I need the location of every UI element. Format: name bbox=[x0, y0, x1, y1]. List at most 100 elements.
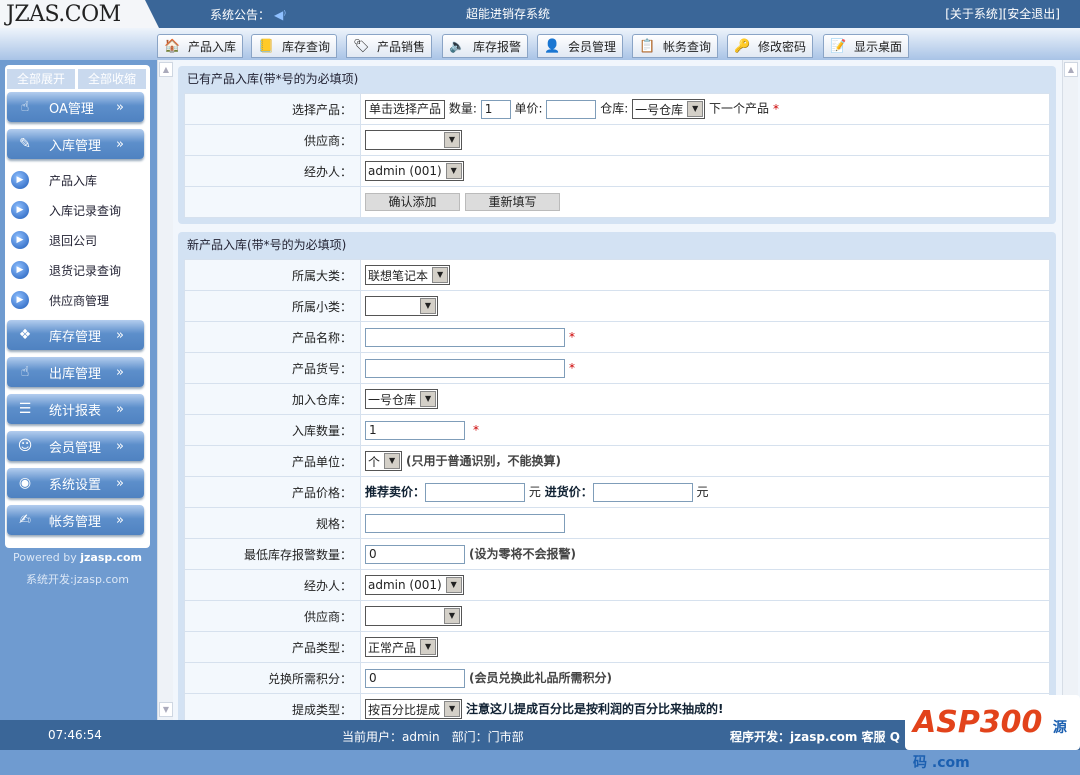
menu-members[interactable]: ☺ 会员管理 » bbox=[7, 431, 144, 461]
toolbar-members[interactable]: 👤 会员管理 bbox=[537, 34, 624, 58]
field-label: 产品货号： bbox=[184, 352, 361, 384]
members-icon: ☺ bbox=[17, 438, 33, 454]
confirm-add-button[interactable]: 确认添加 bbox=[365, 193, 460, 211]
speaker-icon[interactable]: ◀⁾ bbox=[274, 8, 286, 22]
sell-price-input[interactable] bbox=[425, 482, 526, 502]
collapse-all-button[interactable]: 全部收缩 bbox=[78, 69, 146, 89]
panel-title: 已有产品入库(带*号的为必填项) bbox=[187, 72, 359, 86]
menu-accounts[interactable]: ✍ 帐务管理 » bbox=[7, 505, 144, 535]
handler-select[interactable]: admin (001) ▼ bbox=[365, 575, 464, 595]
menu-reports[interactable]: ☰ 统计报表 » bbox=[7, 394, 144, 424]
chevron-down-icon: ▼ bbox=[444, 132, 460, 148]
select-value: 个 bbox=[368, 454, 381, 469]
toolbar-label: 产品销售 bbox=[377, 39, 426, 54]
required-mark: * bbox=[569, 360, 575, 375]
unit-select[interactable]: 个 ▼ bbox=[365, 451, 403, 471]
commission-type-select[interactable]: 按百分比提成 ▼ bbox=[365, 699, 463, 719]
toolbar-product-sales[interactable]: 🏷 产品销售 bbox=[346, 34, 433, 58]
menu-stock-in[interactable]: ✎ 入库管理 » bbox=[7, 129, 144, 159]
menu-inventory[interactable]: ❖ 库存管理 » bbox=[7, 320, 144, 350]
qty-label: 数量: bbox=[448, 101, 477, 116]
category-select[interactable]: 联想笔记本 ▼ bbox=[365, 265, 451, 285]
submenu-product-in[interactable]: ▶ 产品入库 bbox=[11, 169, 97, 191]
submenu-return-records[interactable]: ▶ 退货记录查询 bbox=[11, 259, 121, 281]
stock-qty-input[interactable]: 1 bbox=[365, 420, 465, 440]
book-icon: 📒 bbox=[258, 38, 275, 54]
toolbar-label: 帐务查询 bbox=[663, 39, 712, 54]
field-label: 产品名称： bbox=[184, 321, 361, 353]
toolbar-stock-alarm[interactable]: 🔈 库存报警 bbox=[442, 34, 529, 58]
menu-settings[interactable]: ◉ 系统设置 » bbox=[7, 468, 144, 498]
select-value: 一号仓库 bbox=[635, 102, 684, 117]
supplier-select[interactable]: ▼ bbox=[365, 130, 462, 150]
menu-label: 会员管理 bbox=[49, 440, 102, 456]
select-value: 按百分比提成 bbox=[368, 702, 441, 717]
current-user: 当前用户：admin 部门：门市部 bbox=[342, 730, 524, 744]
toolbar-accounts[interactable]: 📋 帐务查询 bbox=[632, 34, 719, 58]
toolbar-show-desktop[interactable]: 📝 显示桌面 bbox=[823, 34, 910, 58]
toolbar-label: 库存查询 bbox=[282, 39, 331, 54]
toolbar-stock-query[interactable]: 📒 库存查询 bbox=[251, 34, 338, 58]
menu-label: 入库管理 bbox=[49, 138, 102, 154]
required-mark: * bbox=[772, 101, 779, 116]
supplier-select[interactable]: ▼ bbox=[365, 606, 462, 626]
scroll-up-icon[interactable]: ▲ bbox=[159, 62, 173, 77]
field-label: 加入仓库： bbox=[184, 383, 361, 415]
watermark-logo: ASP300 源码 .com bbox=[905, 695, 1080, 771]
handler-select[interactable]: admin (001) ▼ bbox=[365, 161, 464, 181]
notice-label: 系统公告： bbox=[210, 8, 271, 22]
list-icon: ☰ bbox=[18, 401, 32, 417]
chevron-down-icon: ▼ bbox=[444, 608, 460, 624]
chevron-icon: » bbox=[116, 475, 124, 491]
select-product-button[interactable]: 单击选择产品 bbox=[365, 99, 446, 119]
product-code-input[interactable] bbox=[365, 358, 565, 378]
qty-input[interactable]: 1 bbox=[480, 99, 511, 119]
logout-link[interactable]: [安全退出] bbox=[1003, 7, 1060, 21]
clock: 07:46:54 bbox=[48, 728, 102, 742]
next-product-link[interactable]: 下一个产品 bbox=[709, 102, 769, 116]
yuan-label: 元 bbox=[696, 484, 709, 499]
right-scrollbar[interactable]: ▲ bbox=[1062, 60, 1078, 720]
menu-oa[interactable]: ☝ OA管理 » bbox=[7, 92, 144, 122]
powered-site[interactable]: jzasp.com bbox=[80, 551, 142, 564]
chevron-down-icon: ▼ bbox=[445, 577, 462, 593]
points-input[interactable]: 0 bbox=[365, 668, 465, 688]
cost-price-label: 进货价： bbox=[544, 484, 593, 499]
reset-button[interactable]: 重新填写 bbox=[465, 193, 560, 211]
required-mark: * bbox=[569, 329, 575, 344]
submenu-return-company[interactable]: ▶ 退回公司 bbox=[11, 229, 97, 251]
submenu-in-records[interactable]: ▶ 入库记录查询 bbox=[11, 199, 121, 221]
sell-price-label: 推荐卖价： bbox=[365, 484, 426, 499]
developer-credit: 系统开发:jzasp.com bbox=[26, 573, 129, 586]
powered-prefix: Powered by bbox=[12, 551, 81, 564]
play-icon: ▶ bbox=[11, 291, 29, 309]
scroll-up-icon[interactable]: ▲ bbox=[1064, 62, 1078, 77]
menu-stock-out[interactable]: ☝ 出库管理 » bbox=[7, 357, 144, 387]
chevron-icon: » bbox=[116, 364, 124, 380]
expand-all-button[interactable]: 全部展开 bbox=[7, 69, 75, 89]
chevron-down-icon: ▼ bbox=[687, 101, 704, 117]
left-scrollbar[interactable]: ▲ ▼ bbox=[157, 60, 173, 720]
chevron-icon: » bbox=[116, 438, 124, 454]
warehouse-select[interactable]: 一号仓库 ▼ bbox=[632, 99, 706, 119]
about-link[interactable]: [关于系统] bbox=[945, 7, 1002, 21]
submenu-suppliers[interactable]: ▶ 供应商管理 bbox=[11, 289, 109, 311]
subcategory-select[interactable]: ▼ bbox=[365, 296, 438, 316]
toolbar-change-password[interactable]: 🔑 修改密码 bbox=[727, 34, 814, 58]
product-type-select[interactable]: 正常产品 ▼ bbox=[365, 637, 439, 657]
toolbar-label: 产品入库 bbox=[188, 39, 237, 54]
warehouse-select[interactable]: 一号仓库 ▼ bbox=[365, 389, 439, 409]
min-stock-input[interactable]: 0 bbox=[365, 544, 465, 564]
product-name-input[interactable] bbox=[365, 327, 565, 347]
select-value: 联想笔记本 bbox=[368, 268, 429, 283]
toolbar-product-in[interactable]: 🏠 产品入库 bbox=[157, 34, 244, 58]
hand-icon: ☝ bbox=[20, 99, 30, 115]
scroll-down-icon[interactable]: ▼ bbox=[159, 702, 173, 717]
submenu-label: 产品入库 bbox=[49, 173, 98, 188]
toolbar-label: 会员管理 bbox=[568, 39, 617, 54]
price-input[interactable] bbox=[546, 99, 597, 119]
commission-note: 注意这儿提成百分比是按利润的百分比来抽成的! bbox=[466, 701, 724, 716]
clipboard-icon: 📋 bbox=[639, 38, 656, 54]
spec-input[interactable] bbox=[365, 513, 565, 533]
cost-price-input[interactable] bbox=[592, 482, 693, 502]
